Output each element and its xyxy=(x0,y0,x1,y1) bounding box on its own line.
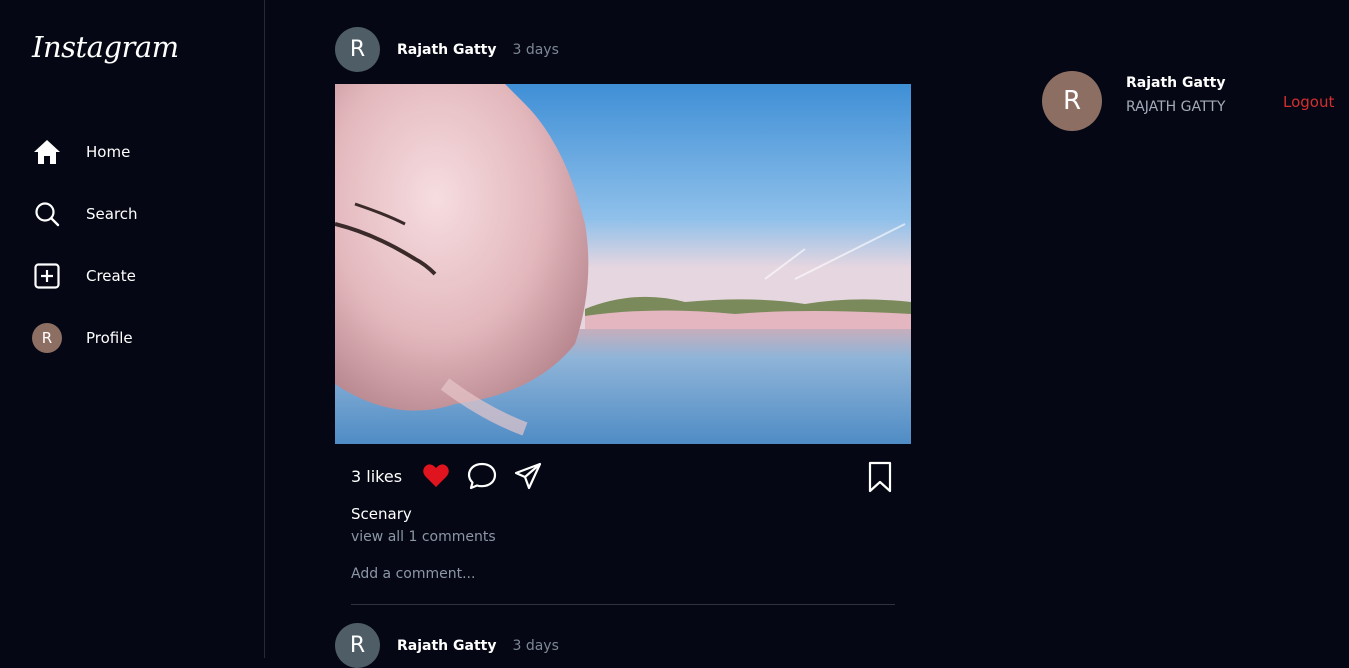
post-caption: Scenary xyxy=(351,505,412,523)
comment-input[interactable] xyxy=(351,558,895,605)
sidebar-item-label: Home xyxy=(86,143,131,161)
current-user-username: RAJATH GATTY xyxy=(1126,99,1226,115)
likes-count: 3 likes xyxy=(351,466,403,486)
share-icon[interactable] xyxy=(512,460,544,492)
instagram-logo[interactable]: Instagram xyxy=(32,30,179,64)
home-icon xyxy=(32,137,62,167)
post-header: R Rajath Gatty 3 days xyxy=(335,623,559,668)
sidebar-item-label: Create xyxy=(86,267,136,285)
post-timestamp: 3 days xyxy=(512,41,559,58)
post-actions: 3 likes xyxy=(351,458,896,494)
sidebar-item-create[interactable]: Create xyxy=(32,256,232,296)
avatar[interactable]: R xyxy=(1042,71,1102,131)
comment-icon[interactable] xyxy=(466,460,498,492)
avatar[interactable]: R xyxy=(335,27,380,72)
post-timestamp: 3 days xyxy=(512,637,559,654)
post-username[interactable]: Rajath Gatty xyxy=(397,638,496,654)
sidebar-item-home[interactable]: Home xyxy=(32,132,232,172)
avatar: R xyxy=(32,323,62,353)
current-user-name[interactable]: Rajath Gatty xyxy=(1126,75,1225,91)
view-comments-link[interactable]: view all 1 comments xyxy=(351,529,496,545)
heart-icon[interactable] xyxy=(420,460,452,492)
avatar[interactable]: R xyxy=(335,623,380,668)
create-icon xyxy=(32,261,62,291)
sidebar-item-profile[interactable]: R Profile xyxy=(32,318,232,358)
logout-button[interactable]: Logout xyxy=(1283,93,1334,111)
sidebar: Instagram Home Search Create R Profile xyxy=(0,0,265,658)
sidebar-item-search[interactable]: Search xyxy=(32,194,232,234)
sidebar-item-label: Search xyxy=(86,205,138,223)
post-username[interactable]: Rajath Gatty xyxy=(397,42,496,58)
search-icon xyxy=(32,199,62,229)
post-image[interactable] xyxy=(335,84,911,444)
current-user-panel: R Rajath Gatty RAJATH GATTY Logout xyxy=(1042,71,1342,131)
post-header: R Rajath Gatty 3 days xyxy=(335,27,559,72)
bookmark-icon[interactable] xyxy=(864,460,896,494)
sidebar-item-label: Profile xyxy=(86,329,133,347)
